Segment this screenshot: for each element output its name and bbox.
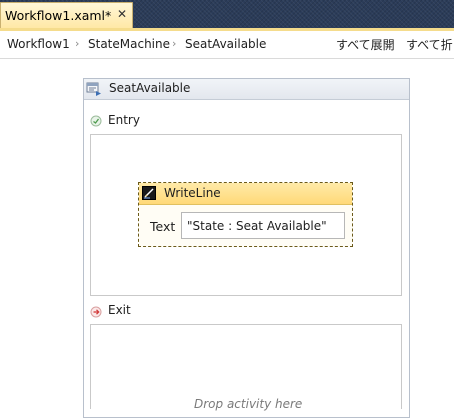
state-title: SeatAvailable	[109, 81, 191, 95]
writeline-icon	[142, 186, 156, 200]
document-tab[interactable]: Workflow1.xaml* ✕	[0, 2, 133, 28]
entry-icon	[90, 115, 102, 127]
breadcrumb-separator-icon: ›	[75, 37, 80, 50]
exit-label: Exit	[108, 303, 131, 317]
activity-title: WriteLine	[164, 186, 221, 200]
breadcrumb-item-seatavailable[interactable]: SeatAvailable	[185, 37, 266, 51]
breadcrumb-item-workflow1[interactable]: Workflow1	[7, 37, 70, 51]
collapse-all-button[interactable]: すべて折	[406, 36, 453, 53]
writeline-activity[interactable]: WriteLine Text	[138, 182, 353, 247]
entry-label: Entry	[108, 113, 140, 127]
state-header[interactable]: SeatAvailable	[84, 79, 409, 100]
breadcrumb: Workflow1 › StateMachine › SeatAvailable…	[0, 31, 454, 59]
text-property-label: Text	[150, 219, 176, 234]
expand-all-button[interactable]: すべて展開	[336, 36, 395, 53]
text-property-input[interactable]	[181, 212, 345, 239]
state-icon	[86, 82, 101, 96]
breadcrumb-separator-icon: ›	[172, 37, 177, 50]
exit-icon	[90, 306, 102, 318]
breadcrumb-item-statemachine[interactable]: StateMachine	[88, 37, 170, 51]
document-tab-title: Workflow1.xaml*	[5, 8, 112, 23]
activity-header[interactable]: WriteLine	[139, 183, 352, 205]
close-icon[interactable]: ✕	[117, 7, 127, 21]
